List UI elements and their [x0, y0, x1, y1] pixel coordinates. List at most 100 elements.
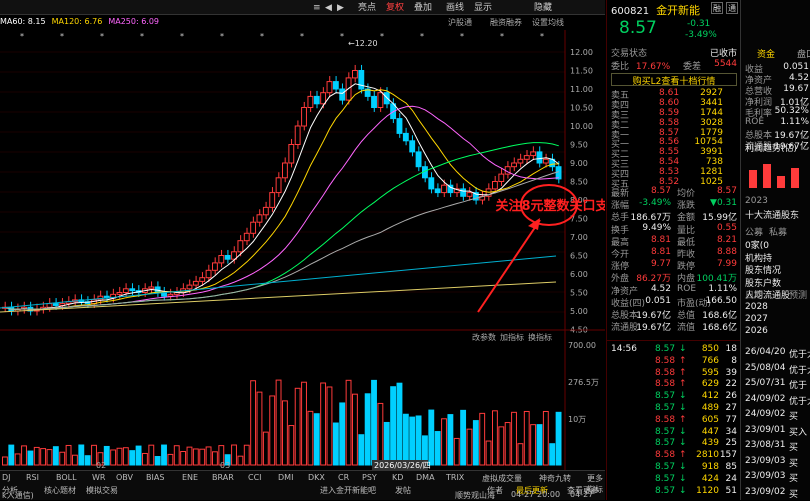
- candle-body: [371, 95, 377, 109]
- bottom-tab[interactable]: 核心题材: [44, 485, 76, 496]
- price-tick: 10.50: [570, 104, 593, 113]
- candle-body: [294, 125, 301, 145]
- indicator-tab[interactable]: TRIX: [446, 473, 464, 482]
- indicator-tab[interactable]: WR: [92, 473, 105, 482]
- vol-tab[interactable]: 换指标: [528, 332, 552, 342]
- toolbar-button[interactable]: 亮点: [355, 2, 379, 14]
- vol-tab[interactable]: 加指标: [500, 332, 524, 342]
- next-icon[interactable]: ▶: [334, 2, 347, 14]
- prev-icon[interactable]: ◀: [322, 2, 335, 14]
- volume-bar: [186, 446, 193, 466]
- event-marker[interactable]: *: [220, 32, 224, 41]
- candle-body: [517, 158, 524, 164]
- indicator-tab[interactable]: DMI: [278, 473, 293, 482]
- candle-body: [46, 303, 53, 308]
- toolbar-button[interactable]: 显示: [471, 2, 495, 14]
- bottom-right-item[interactable]: 进入金开新能吧: [320, 485, 376, 496]
- toolbar-button[interactable]: 叠加: [411, 2, 435, 14]
- volume-bar: [154, 456, 161, 466]
- candle-body: [358, 70, 365, 90]
- event-marker[interactable]: *: [460, 32, 464, 41]
- far-tab[interactable]: 资金: [757, 47, 775, 60]
- date-mark: 02: [96, 461, 106, 470]
- footer-item: 04-27: [511, 490, 535, 499]
- buy-l2-button[interactable]: 购买L2查看十档行情: [611, 73, 737, 87]
- tick-row: 8.58 ↑ 605 77: [655, 414, 737, 425]
- tick-list[interactable]: 14:56 8.57 ↓ 850 18 8.58 ↑ 766 8 8.58 ↑ 595 39 8.58 ↑ 6…: [607, 340, 741, 500]
- trend-arrow-icon: ↑: [679, 355, 687, 366]
- quote-panel: 600821 金开新能 融 通 8.57 -0.31 -3.49% 交易状态 已…: [606, 0, 741, 500]
- forecast-year: 2026: [745, 326, 768, 336]
- volume-bar: [460, 409, 467, 466]
- event-marker[interactable]: *: [180, 32, 184, 41]
- candle-body: [269, 192, 276, 208]
- event-marker[interactable]: *: [140, 32, 144, 41]
- event-marker[interactable]: *: [500, 32, 504, 41]
- ma-label: MA60: 8.15: [0, 17, 46, 26]
- volume-bar: [396, 382, 403, 466]
- indicator-tab[interactable]: CCI: [248, 473, 262, 482]
- chart-tab[interactable]: 沪股通: [448, 17, 472, 28]
- toolbar-button[interactable]: 画线: [443, 2, 467, 14]
- volume-bar: [555, 411, 562, 466]
- toolbar-button[interactable]: 复权: [383, 2, 407, 14]
- event-marker[interactable]: *: [540, 32, 544, 41]
- holder-tab[interactable]: 私募: [769, 225, 787, 238]
- event-marker[interactable]: *: [340, 32, 344, 41]
- volume-bar: [352, 393, 358, 466]
- indicator-tab[interactable]: PSY: [362, 473, 377, 482]
- candle-body: [282, 162, 288, 179]
- event-marker[interactable]: *: [20, 32, 24, 41]
- indicator-tab[interactable]: 神奇九转: [539, 473, 571, 484]
- rating-date: 25/07/31 优于: [745, 378, 808, 391]
- indicator-tab[interactable]: KD: [392, 473, 403, 482]
- holder-tab[interactable]: 公募: [745, 225, 763, 238]
- indicator-tab[interactable]: DJ: [2, 473, 11, 482]
- high-label: ←12.20: [348, 39, 378, 48]
- indicator-tab[interactable]: BRAR: [212, 473, 234, 482]
- margin-button[interactable]: 融: [711, 2, 723, 14]
- candle-body: [256, 214, 263, 223]
- indicator-tab[interactable]: BIAS: [146, 473, 164, 482]
- weibi-row: 委比 17.67% 委差 5544: [611, 59, 737, 72]
- indicator-tab[interactable]: DKX: [308, 473, 325, 482]
- bottom-tab[interactable]: 模拟交易: [86, 485, 118, 496]
- indicator-tab[interactable]: DMA: [416, 473, 435, 482]
- chart-tab[interactable]: 融资融券: [490, 17, 522, 28]
- bottom-right-item[interactable]: 发帖: [395, 485, 411, 496]
- event-marker[interactable]: *: [260, 32, 264, 41]
- trend-arrow-icon: ↓: [679, 391, 687, 402]
- event-marker[interactable]: *: [60, 32, 64, 41]
- indicator-tab[interactable]: OBV: [116, 473, 133, 482]
- candle-body: [262, 206, 269, 216]
- candle-body: [326, 81, 333, 94]
- footer-item: 20:00: [537, 490, 561, 499]
- volume-bar: [517, 443, 524, 466]
- vol-tab[interactable]: 改参数: [472, 332, 496, 342]
- candle-body: [377, 92, 384, 109]
- volume-bar: [173, 445, 180, 466]
- volume-bar: [33, 446, 40, 466]
- candle-body: [466, 192, 473, 197]
- chart-tab[interactable]: 设置均线: [532, 17, 564, 28]
- indicator-tab[interactable]: CR: [338, 473, 349, 482]
- toolbar-button[interactable]: 隐藏: [531, 2, 555, 14]
- tick-row: 8.57 ↓ 1120 51: [655, 485, 737, 496]
- volume-bar: [428, 409, 435, 466]
- event-marker[interactable]: *: [420, 32, 424, 41]
- event-marker[interactable]: *: [380, 32, 384, 41]
- kline-chart[interactable]: 12.0011.5011.0010.5010.009.509.008.508.0…: [0, 30, 605, 470]
- volume-bar: [135, 445, 142, 466]
- rating-date: 23/09/03 买: [745, 471, 799, 484]
- connect-button[interactable]: 通: [726, 2, 738, 14]
- indicator-tab[interactable]: BOLL: [56, 473, 77, 482]
- event-marker[interactable]: *: [300, 32, 304, 41]
- indicator-tab[interactable]: 虚拟成交量: [482, 473, 522, 484]
- event-marker[interactable]: *: [100, 32, 104, 41]
- far-tab[interactable]: 盘口: [797, 47, 810, 60]
- indicator-tab[interactable]: ENE: [182, 473, 198, 482]
- candle-body: [301, 107, 307, 127]
- tick-row: 8.57 ↓ 412 26: [655, 391, 737, 402]
- rating-date: 23/09/01 买入: [745, 424, 808, 438]
- indicator-tab[interactable]: RSI: [26, 473, 39, 482]
